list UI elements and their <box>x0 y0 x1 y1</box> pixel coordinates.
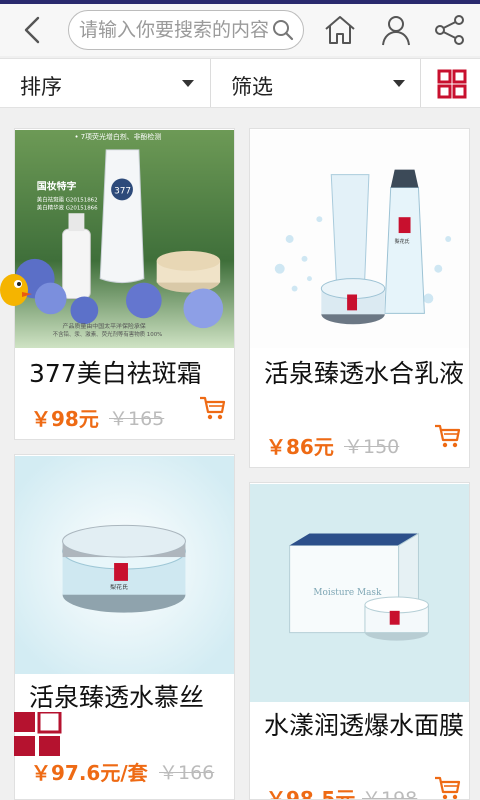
share-button[interactable] <box>432 12 468 48</box>
product-image: Moisture Mask <box>250 483 469 703</box>
brand-mark: 梨花氏 <box>395 238 410 245</box>
grid-menu-icon <box>14 710 62 756</box>
product-card[interactable]: • 7项荧光增白剂、非酚检测 国妆特字 美白祛斑霜 G20151862 美白精华… <box>14 128 235 440</box>
floating-menu-button[interactable] <box>14 710 62 758</box>
search-box[interactable] <box>68 10 304 50</box>
product-name: 水漾润透爆水面膜 <box>264 711 465 740</box>
image-caption: • 7项荧光增白剂、非酚检测 <box>74 132 161 141</box>
caret-down-icon <box>393 80 405 87</box>
original-price: ￥150 <box>344 436 400 458</box>
home-button[interactable] <box>322 12 358 48</box>
original-price: ￥165 <box>109 408 165 430</box>
original-price: ￥198 <box>362 788 418 800</box>
sort-dropdown[interactable]: 排序 <box>0 59 210 107</box>
cart-icon[interactable] <box>198 395 226 421</box>
product-image: 梨花氏 <box>15 455 234 675</box>
cart-icon[interactable] <box>433 775 461 800</box>
product-card[interactable]: 梨花氏 活泉臻透水合乳液 ￥86元 ￥150 <box>249 128 470 468</box>
tube-label: 377 <box>114 186 131 196</box>
product-name: 活泉臻透水慕丝 <box>29 683 205 712</box>
original-price: ￥166 <box>159 762 215 784</box>
cart-icon[interactable] <box>433 423 461 449</box>
user-button[interactable] <box>378 12 414 48</box>
chevron-left-icon <box>24 16 40 44</box>
product-price: ￥98元 <box>31 407 99 431</box>
user-icon <box>382 16 410 46</box>
image-caption: 产品质量由中国太平洋保险承保 <box>63 322 146 330</box>
cert-line: 美白祛斑霜 G20151862 <box>37 195 98 203</box>
grid-view-icon <box>437 69 467 99</box>
back-button[interactable] <box>14 10 50 50</box>
sort-label: 排序 <box>20 75 62 99</box>
search-icon[interactable] <box>271 18 295 42</box>
product-name: 377美白祛斑霜 <box>29 359 202 388</box>
filter-dropdown[interactable]: 筛选 <box>211 59 419 107</box>
product-price: ￥97.6元/套 <box>31 761 148 785</box>
product-price: ￥98.5元 <box>266 787 356 800</box>
brand-mark: 梨花氏 <box>110 583 128 591</box>
filter-bar: 排序 筛选 <box>0 58 480 108</box>
grid-view-button[interactable] <box>437 69 467 99</box>
product-card[interactable]: Moisture Mask 水漾润透爆水面膜 ￥98.5元 ￥198 <box>249 482 470 800</box>
top-bar <box>0 4 480 56</box>
filter-label: 筛选 <box>231 75 273 99</box>
product-name: 活泉臻透水合乳液 <box>264 359 465 388</box>
product-image: 梨花氏 <box>250 129 469 349</box>
share-icon <box>435 15 464 45</box>
search-input[interactable] <box>79 11 269 48</box>
product-image: • 7项荧光增白剂、非酚检测 国妆特字 美白祛斑霜 G20151862 美白精华… <box>15 129 234 349</box>
box-text: Moisture Mask <box>313 588 382 598</box>
home-icon <box>325 16 355 44</box>
cert-line: 美白精华液 G20151866 <box>37 203 98 211</box>
divider <box>420 59 421 107</box>
product-price: ￥86元 <box>266 435 334 459</box>
cert-title: 国妆特字 <box>37 179 77 192</box>
image-caption: 不含铅、汞、激素、荧光剂等有害物质 100% <box>53 330 163 338</box>
mascot-icon[interactable] <box>0 268 34 310</box>
caret-down-icon <box>182 80 194 87</box>
